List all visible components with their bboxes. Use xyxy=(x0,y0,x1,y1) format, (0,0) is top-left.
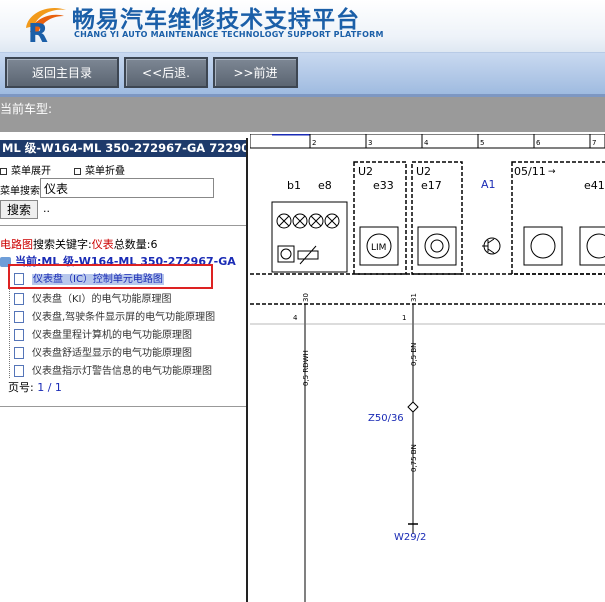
divider xyxy=(0,406,246,407)
search-label: 菜单搜索 xyxy=(0,186,40,197)
tree-item-label: 仪表盘里程计算机的电气功能原理图 xyxy=(32,330,192,341)
wire-label: 0,75 BN xyxy=(410,444,418,472)
document-icon xyxy=(14,293,24,305)
ruler-tick: 4 xyxy=(424,139,429,147)
pin-label: 30 xyxy=(302,293,310,302)
highlight-annotation xyxy=(8,264,213,289)
gauge-icon xyxy=(424,233,450,259)
label-0511: 05/11 xyxy=(514,165,546,178)
ruler-tick: 3 xyxy=(368,139,372,147)
current-model-bar: 当前车型: xyxy=(0,94,605,132)
result-total: 6 xyxy=(150,238,158,251)
document-icon xyxy=(14,311,24,323)
wire-label: 0,5 BN xyxy=(410,343,418,366)
result-category: 电路图 xyxy=(0,238,33,251)
tree-item[interactable]: 仪表盘里程计算机的电气功能原理图 xyxy=(14,326,192,341)
tree-item[interactable]: 仪表盘舒适型显示的电气功能原理图 xyxy=(14,344,192,359)
label-u2: U2 xyxy=(358,165,373,178)
wire-label: 0,5 RDWH xyxy=(302,350,310,386)
seat-box xyxy=(579,226,605,266)
tree-item-label: 仪表盘舒适型显示的电气功能原理图 xyxy=(32,348,192,359)
tree-item-label: 仪表盘指示灯警告信息的电气功能原理图 xyxy=(32,366,212,377)
home-button[interactable]: 返回主目录 xyxy=(5,57,119,88)
page-label: 页号: xyxy=(8,381,34,394)
label-a1: A1 xyxy=(481,178,496,191)
ruler-tick: 7 xyxy=(592,139,596,147)
menu-expand-label: 菜单展开 xyxy=(11,166,51,177)
tree-item[interactable]: 仪表盘（KI）的电气功能原理图 xyxy=(14,290,172,305)
label-e17: e17 xyxy=(421,179,442,192)
lamp-icons xyxy=(276,213,340,265)
label-e41: e41 xyxy=(584,179,605,192)
search-result-summary: 电路图搜索关键字:仪表总数量:6 xyxy=(0,236,157,252)
result-keyword-label: 搜索关键字: xyxy=(33,238,92,251)
menu-collapse-label: 菜单折叠 xyxy=(85,166,125,177)
label-b1: b1 xyxy=(287,179,301,192)
document-icon xyxy=(14,365,24,377)
search-dots: .. xyxy=(43,202,50,215)
menu-collapse-option[interactable]: 菜单折叠 xyxy=(74,162,125,177)
vehicle-title: ML 级-W164-ML 350-272967-GA 722906 xyxy=(0,140,246,157)
tree-item-label: 仪表盘,驾驶条件显示屏的电气功能原理图 xyxy=(32,312,216,323)
lim-label: LIM xyxy=(371,243,386,253)
seat-heat-icon xyxy=(530,233,556,259)
expand-icon xyxy=(0,167,7,175)
tree-item[interactable]: 仪表盘指示灯警告信息的电气功能原理图 xyxy=(14,362,212,377)
menu-expand-option[interactable]: 菜单展开 xyxy=(0,162,51,177)
sidebar: ML 级-W164-ML 350-272967-GA 722906 菜单展开 菜… xyxy=(0,138,248,602)
ruler-tick: 2 xyxy=(312,139,316,147)
collapse-icon xyxy=(74,167,81,175)
app-title: 畅易汽车维修技术支持平台 xyxy=(72,7,360,33)
pin-label: 31 xyxy=(410,293,418,302)
splice-icon xyxy=(407,401,419,413)
tree-item-label: 仪表盘（KI）的电气功能原理图 xyxy=(32,294,172,305)
tree-item[interactable]: 仪表盘,驾驶条件显示屏的电气功能原理图 xyxy=(14,308,215,323)
search-button[interactable]: 搜索 xyxy=(0,200,38,219)
document-icon xyxy=(14,329,24,341)
logo-icon: R xyxy=(26,8,66,46)
toolbar: 返回主目录 <<后退. >>前进 xyxy=(0,52,605,94)
ground-label: W29/2 xyxy=(394,532,426,543)
e17-box xyxy=(417,226,457,266)
result-keyword: 仪表 xyxy=(91,238,114,251)
result-total-label: 总数量: xyxy=(113,238,151,251)
app-subtitle: CHANG YI AUTO MAINTENANCE TECHNOLOGY SUP… xyxy=(74,30,384,39)
splice-label: Z50/36 xyxy=(368,413,404,424)
forward-button[interactable]: >>前进 xyxy=(213,57,298,88)
label-u2: U2 xyxy=(416,165,431,178)
pagination: 页号: 1 / 1 xyxy=(8,379,62,395)
label-e33: e33 xyxy=(373,179,394,192)
seat-off-icon xyxy=(586,233,605,259)
divider xyxy=(0,225,246,226)
circuit-diagram[interactable]: 2 3 4 5 6 7 b1 e8 U2 e33 U2 e17 A1 05/11… xyxy=(250,134,605,602)
back-button[interactable]: <<后退. xyxy=(124,57,208,88)
ruler-tick: 6 xyxy=(536,139,541,147)
arrow-icon: → xyxy=(548,167,556,177)
page-value[interactable]: 1 / 1 xyxy=(37,381,62,394)
svg-text:R: R xyxy=(28,19,48,46)
current-model-label: 当前车型: xyxy=(0,102,53,116)
document-icon xyxy=(14,347,24,359)
pin-label: 4 xyxy=(293,314,298,322)
pin-label: 1 xyxy=(402,314,406,322)
seat-box xyxy=(523,226,563,266)
label-e8: e8 xyxy=(318,179,332,192)
search-input[interactable] xyxy=(40,178,214,198)
header: R 畅易汽车维修技术支持平台 CHANG YI AUTO MAINTENANCE… xyxy=(0,0,605,52)
ruler-tick: 5 xyxy=(480,139,484,147)
